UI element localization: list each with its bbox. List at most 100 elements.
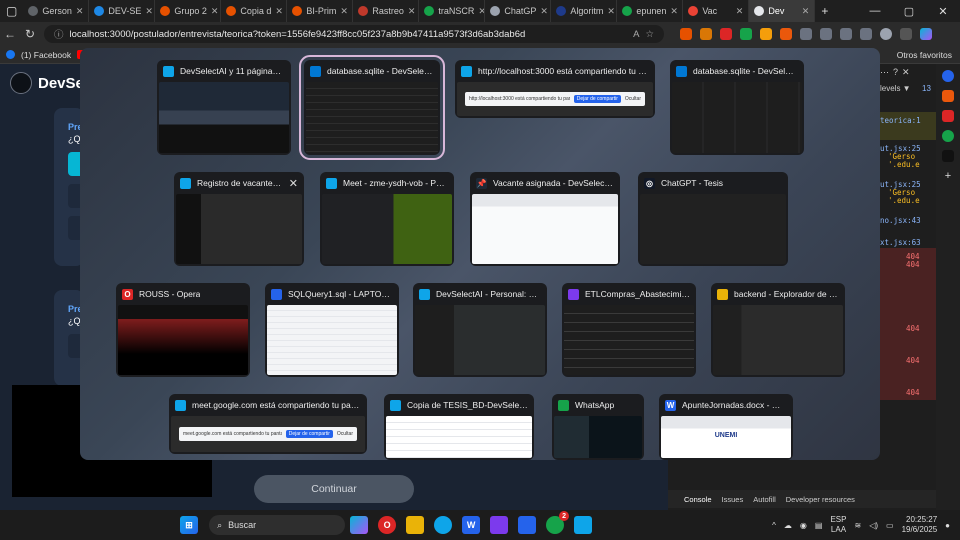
tab-close-icon[interactable]: ✕ [408,6,416,17]
browser-tab[interactable]: Grupo 2 ✕ [155,0,222,22]
tab-close-icon[interactable]: ✕ [670,6,678,17]
menu-dots-icon[interactable] [900,28,912,40]
console-line[interactable]: no.jsx:43 [880,216,921,225]
url-field[interactable]: ⓘ localhost:3000/postulador/entrevista/t… [44,25,664,43]
tab-close-icon[interactable]: ✕ [76,6,84,17]
tiktok-icon[interactable] [942,150,954,162]
task-view-window[interactable]: backend - Explorador de arc... [711,283,845,377]
sidebar-app-icon[interactable] [942,70,954,82]
tab-close-icon[interactable]: ✕ [607,6,615,17]
file-explorer-icon[interactable] [406,516,425,534]
bookmark-others[interactable]: Otros favoritos [897,50,952,60]
help-icon[interactable]: ? [893,67,898,77]
close-icon[interactable]: ✕ [289,177,298,190]
close-icon[interactable]: ✕ [902,67,910,78]
browser-tab[interactable]: Vac ✕ [683,0,750,22]
extension-icon[interactable] [700,28,712,40]
wifi-icon[interactable]: ≋ [854,521,861,530]
task-view-window[interactable]: ◎ ChatGPT - Tesis [638,172,788,266]
console-line[interactable]: '.edu.e [888,196,920,205]
edge-icon[interactable] [434,516,453,534]
chevron-up-icon[interactable]: ^ [772,521,776,530]
camera-icon[interactable]: ◉ [800,521,807,530]
site-info-icon[interactable]: ⓘ [54,27,64,41]
log-levels-dropdown[interactable]: levels ▼ [880,84,911,93]
console-line[interactable]: 404 [906,356,920,365]
menu-dots-icon[interactable]: ⋯ [880,67,889,78]
console-line[interactable]: teorica:1 [880,116,921,125]
avatar[interactable] [880,28,892,40]
stop-sharing-button[interactable]: Dejar de compartir [285,430,333,438]
vscode-icon[interactable] [574,516,593,534]
browser-tab[interactable]: epunen ✕ [617,0,684,22]
browser-tab[interactable]: traNSCR ✕ [419,0,486,22]
task-view-window[interactable]: http://localhost:3000 está compartiendo … [455,60,655,118]
language-indicator[interactable]: ESP LAA [830,515,846,535]
extension-icon[interactable] [760,28,772,40]
console-line[interactable]: '.edu.e [888,160,920,169]
onedrive-icon[interactable]: ☁ [784,521,792,530]
extension-icon[interactable] [720,28,732,40]
devtools-tab[interactable]: Console [684,495,712,504]
devtools-tab[interactable]: Issues [722,495,744,504]
reload-icon[interactable]: ↻ [20,27,40,41]
console-line[interactable]: 404 [906,260,920,269]
tab-close-icon[interactable]: ✕ [275,6,283,17]
task-view-window[interactable]: ETLCompras_Abastecimiento... [562,283,696,377]
clock[interactable]: 20:25:27 19/6/2025 [902,515,938,535]
copilot-icon[interactable] [920,28,932,40]
download-icon[interactable] [860,28,872,40]
console-line[interactable]: 404 [906,388,920,397]
tab-close-icon[interactable]: ✕ [802,6,810,17]
tab-actions-icon[interactable]: ▢ [0,4,23,18]
tab-close-icon[interactable]: ✕ [478,6,484,17]
stop-sharing-button[interactable]: Dejar de compartir [573,95,621,103]
browser-tab[interactable]: Rastreo ✕ [353,0,420,22]
task-view-window[interactable]: database.sqlite - DevSelectAI... [299,55,445,160]
console-line[interactable]: xt.jsx:63 [880,238,921,247]
battery-icon[interactable]: ▭ [886,521,894,530]
sidebar-app-icon[interactable] [942,90,954,102]
shield-icon[interactable] [740,28,752,40]
console-line[interactable]: 404 [906,324,920,333]
tab-close-icon[interactable]: ✕ [736,6,744,17]
task-view-window[interactable]: Meet - zme-ysdh-vob - Pers... [320,172,454,266]
task-view-window[interactable]: DevSelectAI - Personal: Micr... [413,283,547,377]
browser-tab[interactable]: Algoritm ✕ [551,0,618,22]
word-icon[interactable]: W [462,516,481,534]
visual-studio-icon[interactable] [490,516,509,534]
maximize-icon[interactable]: ▢ [892,5,926,18]
browser-tab[interactable]: Gerson ✕ [23,0,90,22]
tab-close-icon[interactable]: ✕ [211,6,219,17]
whatsapp-icon[interactable]: 2 [546,511,570,534]
extension-icon[interactable] [680,28,692,40]
back-icon[interactable]: ← [0,27,20,41]
start-icon[interactable]: ⊞ [180,516,199,534]
tab-close-icon[interactable]: ✕ [540,6,548,17]
close-window-icon[interactable]: ✕ [926,5,960,18]
browser-tab[interactable]: ChatGP ✕ [485,0,552,22]
copilot-icon[interactable] [350,516,369,534]
bookmark-facebook[interactable]: (1) Facebook [21,50,71,60]
devtools-tab[interactable]: Developer resources [786,495,855,504]
task-view-window[interactable]: DevSelectAI y 11 páginas más... [157,60,291,155]
browser-tab[interactable]: DEV-SE ✕ [89,0,156,22]
browser-tab[interactable]: Dev ✕ [749,0,816,22]
taskbar-search[interactable]: ⌕ Buscar [209,515,346,535]
new-tab-icon[interactable]: + [815,4,834,18]
minimize-icon[interactable]: — [858,5,892,17]
extension-icon[interactable] [780,28,792,40]
ssms-icon[interactable] [518,516,537,534]
issues-badge[interactable]: 13 [922,84,931,93]
collections-icon[interactable] [840,28,852,40]
read-aloud-icon[interactable]: A [633,29,639,40]
favorite-star-icon[interactable]: ☆ [645,29,654,40]
opera-icon[interactable]: O [378,516,397,534]
tab-close-icon[interactable]: ✕ [145,6,153,17]
continue-button[interactable]: Continuar [254,475,414,503]
task-view-window[interactable]: database.sqlite - DevSelectAI... [670,60,804,155]
volume-icon[interactable]: ◁) [869,521,878,530]
task-view-window[interactable]: Registro de vacante - P... ✕ [174,172,304,266]
notification-center-icon[interactable]: ● [945,521,950,530]
browser-tab[interactable]: BI-Prim ✕ [287,0,354,22]
